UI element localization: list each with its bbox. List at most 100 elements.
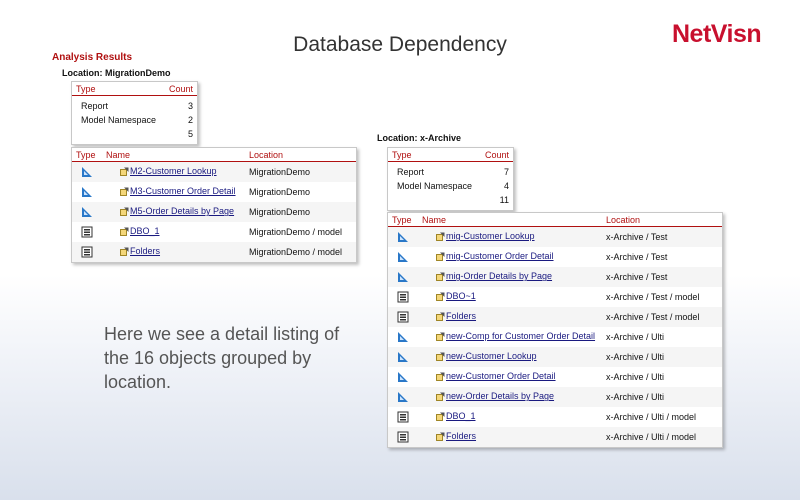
open-object-icon (120, 167, 129, 176)
col-header-count: Count (479, 148, 513, 162)
name-cell: new-Customer Lookup (418, 347, 602, 367)
name-cell: new-Order Details by Page (418, 387, 602, 407)
open-object-icon (436, 372, 445, 381)
col-header-type: Type (388, 148, 480, 162)
open-object-icon (436, 392, 445, 401)
object-link[interactable]: Folders (446, 431, 476, 441)
namespace-icon (397, 431, 409, 443)
report-icon (82, 207, 92, 217)
name-cell: M3-Customer Order Detail (102, 182, 245, 202)
object-link[interactable]: Folders (130, 246, 160, 256)
summary-type: Model Namespace (81, 115, 157, 125)
report-icon (398, 252, 408, 262)
table-row: mig-Customer Order Detail x-Archive / Tes… (388, 247, 722, 267)
name-cell: mig-Order Details by Page (418, 267, 602, 287)
object-link[interactable]: new-Customer Lookup (446, 351, 537, 361)
name-cell: new-Customer Order Detail (418, 367, 602, 387)
location-cell: x-Archive / Test (606, 252, 668, 262)
table-row: DBO_1 MigrationDemo / model (72, 222, 356, 242)
report-icon (398, 392, 408, 402)
object-link[interactable]: new-Customer Order Detail (446, 371, 556, 381)
col-header-type: Type (388, 213, 418, 227)
summary-row: Model Namespace 4 (388, 179, 513, 193)
summary-type: Report (81, 101, 109, 111)
object-link[interactable]: M3-Customer Order Detail (130, 186, 236, 196)
location-label-x-archive: Location: x-Archive (377, 133, 462, 143)
object-link[interactable]: Folders (446, 311, 476, 321)
name-cell: Folders (418, 307, 602, 327)
open-object-icon (436, 232, 445, 241)
open-object-icon (436, 332, 445, 341)
summary-panel-x-archive: Type Count Report 7 Model Namespace 4 11 (387, 147, 514, 211)
object-link[interactable]: new-Comp for Customer Order Detail (446, 331, 595, 341)
location-cell: x-Archive / Test (602, 226, 722, 247)
report-icon (398, 372, 408, 382)
col-header-location: Location (245, 148, 356, 162)
location-cell: MigrationDemo (245, 161, 356, 182)
object-link[interactable]: mig-Order Details by Page (446, 271, 552, 281)
location-cell: MigrationDemo (245, 202, 356, 222)
open-object-icon (120, 207, 129, 216)
name-cell: M2-Customer Lookup (102, 161, 245, 182)
report-icon (398, 332, 408, 342)
type-cell (72, 202, 102, 222)
open-object-icon (120, 247, 129, 256)
name-cell: Folders (418, 427, 602, 447)
logo-text: NetVisn (672, 20, 762, 48)
name-cell: mig-Customer Lookup (418, 226, 602, 247)
summary-count: 2 (187, 115, 193, 125)
name-cell: M5-Order Details by Page (102, 202, 245, 222)
location-cell: x-Archive / Ulti (606, 332, 665, 342)
object-link[interactable]: new-Order Details by Page (446, 391, 554, 401)
table-row: Folders MigrationDemo / model (72, 242, 356, 262)
open-object-icon (436, 252, 445, 261)
report-icon (398, 232, 408, 242)
object-link[interactable]: DBO~1 (446, 291, 476, 301)
type-cell (388, 407, 418, 427)
open-object-icon (436, 352, 445, 361)
table-row: M5-Order Details by Page MigrationDemo (72, 202, 356, 222)
table-row: mig-Customer Lookup x-Archive / Test (388, 226, 722, 247)
detail-panel-x-archive: Type Name Location mig-Customer Lookup x-… (387, 212, 723, 448)
summary-row: Report 7 (388, 162, 513, 180)
object-link[interactable]: DBO_1 (130, 226, 160, 236)
location-cell: MigrationDemo / model (245, 242, 356, 262)
type-cell (388, 427, 418, 447)
table-row: DBO_1 x-Archive / Ulti / model (388, 407, 722, 427)
object-link[interactable]: M5-Order Details by Page (130, 206, 234, 216)
type-cell (72, 182, 102, 202)
report-icon (398, 272, 408, 282)
type-cell (388, 347, 418, 367)
table-row: DBO~1 x-Archive / Test / model (388, 287, 722, 307)
object-link[interactable]: DBO_1 (446, 411, 476, 421)
location-cell: x-Archive / Ulti / model (606, 412, 697, 422)
report-icon (82, 187, 92, 197)
location-cell: x-Archive / Ulti (606, 372, 665, 382)
open-object-icon (436, 432, 445, 441)
location-cell: MigrationDemo / model (249, 227, 343, 237)
table-row: M3-Customer Order Detail MigrationDemo (72, 182, 356, 202)
name-cell: new-Comp for Customer Order Detail (418, 327, 602, 347)
summary-panel-migrationdemo: Type Count Report 3 Model Namespace 2 5 (71, 81, 198, 145)
object-link[interactable]: mig-Customer Lookup (446, 231, 535, 241)
namespace-icon (397, 411, 409, 423)
report-icon (398, 352, 408, 362)
open-object-icon (120, 187, 129, 196)
summary-count: 3 (187, 101, 193, 111)
namespace-icon (397, 311, 409, 323)
table-row: M2-Customer Lookup MigrationDemo (72, 161, 356, 182)
name-cell: DBO_1 (102, 222, 245, 242)
type-cell (388, 327, 418, 347)
object-link[interactable]: M2-Customer Lookup (130, 166, 217, 176)
type-cell (72, 222, 102, 242)
table-row: new-Customer Order Detail x-Archive / Ult… (388, 367, 722, 387)
table-row: Folders x-Archive / Test / model (388, 307, 722, 327)
location-cell: x-Archive / Ulti / model (602, 427, 722, 447)
col-header-name: Name (418, 213, 602, 227)
type-cell (72, 242, 102, 262)
name-cell: mig-Customer Order Detail (418, 247, 602, 267)
open-object-icon (436, 272, 445, 281)
summary-count: 7 (503, 167, 509, 177)
location-cell: x-Archive / Test / model (606, 292, 700, 302)
object-link[interactable]: mig-Customer Order Detail (446, 251, 554, 261)
